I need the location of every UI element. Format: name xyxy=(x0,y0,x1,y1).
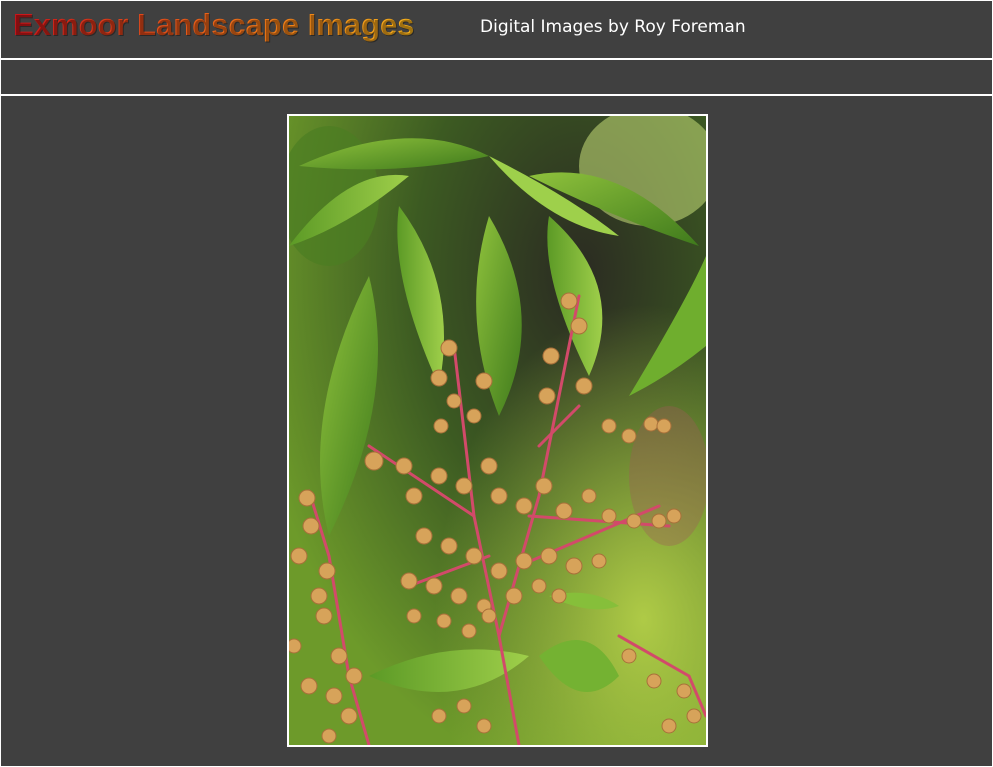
main-photo[interactable] xyxy=(287,114,708,747)
photo-image xyxy=(289,116,706,745)
byline: Digital Images by Roy Foreman xyxy=(480,17,746,37)
site-title[interactable]: Exmoor Landscape Images xyxy=(13,7,414,43)
nav-bar xyxy=(1,60,992,94)
header: Exmoor Landscape Images Digital Images b… xyxy=(1,1,992,58)
nav-divider xyxy=(1,94,992,96)
